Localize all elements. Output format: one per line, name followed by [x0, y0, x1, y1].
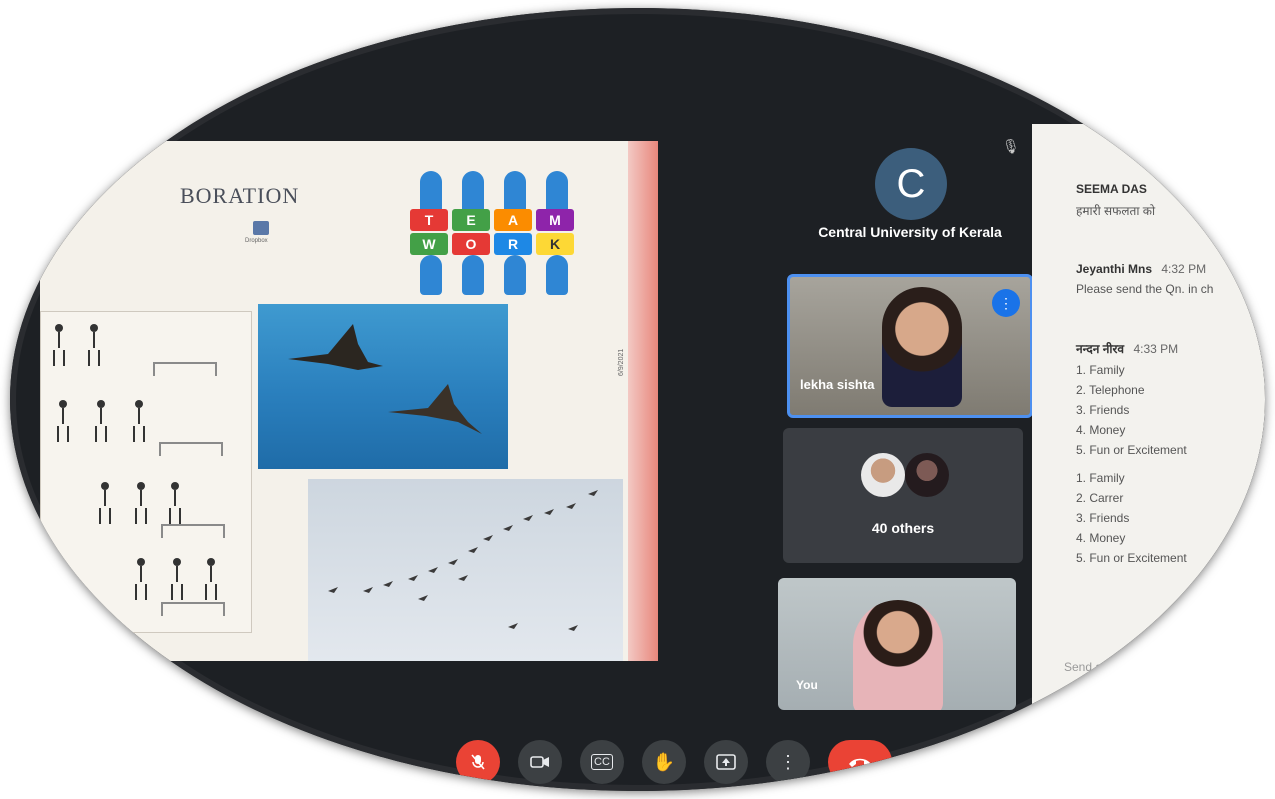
stick-figure [86, 324, 102, 358]
hurdle [161, 602, 225, 616]
meeting-window: BORATION Dropbox 6/9/2021 T E A M W O R … [10, 8, 1265, 791]
puzzle-letter: E [452, 209, 490, 231]
speaker-video [882, 287, 962, 407]
participant-tile-host[interactable]: C Central University of Kerala [790, 118, 1030, 258]
participant-tile-others[interactable]: 40 others [783, 428, 1023, 563]
puzzle-letter: A [494, 209, 532, 231]
chat-text: 1. Family [1076, 363, 1125, 377]
participant-tile-self[interactable]: You [778, 578, 1016, 710]
puzzle-letter: R [494, 233, 532, 255]
puzzle-letter: K [536, 233, 574, 255]
participant-name: lekha sishta [800, 377, 875, 392]
stick-figure-illustration [40, 311, 252, 633]
chat-sender: Jeyanthi Mns [1076, 262, 1153, 276]
raise-hand-button[interactable]: ✋ [642, 740, 686, 784]
more-options-button[interactable]: ⋮ [766, 740, 810, 784]
chat-text: 2. Carrer [1076, 491, 1124, 505]
dropbox-label: Dropbox [245, 238, 268, 244]
puzzle-person [546, 255, 568, 295]
chat-text: 3. Friends [1076, 403, 1130, 417]
geese-formation-photo [308, 479, 623, 661]
chat-sender: SEEMA DAS [1076, 182, 1147, 196]
self-label: You [796, 678, 818, 692]
chat-sender: नन्दन नीरव [1076, 342, 1125, 356]
self-video [853, 600, 943, 710]
puzzle-letter: T [410, 209, 448, 231]
shared-presentation: BORATION Dropbox 6/9/2021 T E A M W O R … [40, 141, 658, 661]
camera-toggle-button[interactable] [518, 740, 562, 784]
geese-silhouettes [288, 324, 482, 434]
chat-panel: SEEMA DAS हमारी सफलता को Jeyanthi Mns 4:… [1032, 124, 1265, 714]
stick-figure [133, 482, 149, 516]
chat-text: 4. Money [1076, 531, 1126, 545]
camera-icon [530, 756, 549, 768]
captions-button[interactable]: CC [580, 740, 624, 784]
chat-time: 4:32 PM [1161, 262, 1207, 276]
participant-tile-active-speaker[interactable]: lekha sishta ⋮ [787, 274, 1033, 418]
more-vert-icon: ⋮ [779, 751, 797, 772]
end-call-button[interactable] [828, 740, 892, 784]
hurdle [161, 524, 225, 538]
chat-text: 3. Friends [1076, 511, 1130, 525]
chat-text: 1. Family [1076, 471, 1125, 485]
stick-figure [203, 558, 219, 592]
puzzle-letter: M [536, 209, 574, 231]
slide-date: 6/9/2021 [618, 348, 625, 376]
chat-time: 4:33 PM [1133, 342, 1179, 356]
puzzle-person [462, 255, 484, 295]
mic-muted-icon: 🎙 [1002, 138, 1020, 154]
others-count: 40 others [871, 520, 935, 536]
stick-figure [167, 482, 183, 516]
present-button[interactable] [704, 740, 748, 784]
stick-figure [133, 558, 149, 592]
puzzle-letter: W [410, 233, 448, 255]
dropbox-icon [253, 221, 269, 235]
chat-text: 5. Fun or Excitement [1076, 443, 1187, 457]
puzzle-person [420, 255, 442, 295]
geese-over-water-photo [258, 304, 508, 469]
chat-text: 4. Money [1076, 423, 1126, 437]
hurdle [153, 362, 217, 376]
slide-title: BORATION [180, 183, 300, 208]
stick-figure [93, 400, 109, 434]
participant-name: Central University of Kerala [818, 224, 1002, 240]
geese-formation [328, 490, 598, 631]
stick-figure [51, 324, 67, 358]
hand-icon: ✋ [652, 751, 676, 772]
chat-message: Jeyanthi Mns 4:32 PM Please send the Qn.… [1076, 262, 1213, 296]
avatar: C [875, 148, 947, 220]
chat-text: 2. Telephone [1076, 383, 1145, 397]
chat-message: नन्दन नीरव 4:33 PM 1. Family 2. Telephon… [1076, 340, 1187, 565]
chat-text: Please send the Qn. in ch [1076, 282, 1214, 296]
stick-figure [169, 558, 185, 592]
slide-edge-decoration [628, 141, 658, 661]
hurdle [159, 442, 223, 456]
teamwork-puzzle-graphic: T E A M W O R K [400, 171, 600, 301]
mic-off-icon [471, 754, 485, 770]
chat-input[interactable]: Send a [1064, 660, 1102, 674]
chat-text: हमारी सफलता को [1076, 204, 1156, 218]
avatar [861, 453, 905, 497]
present-icon [716, 754, 736, 770]
avatar [905, 453, 949, 497]
audio-activity-icon: ⋮ [992, 289, 1020, 317]
stick-figure [97, 482, 113, 516]
stick-figure [131, 400, 147, 434]
chat-text: 5. Fun or Excitement [1076, 551, 1187, 565]
end-call-icon [849, 758, 871, 767]
captions-icon: CC [591, 754, 613, 770]
call-controls-bar: CC ✋ ⋮ [456, 734, 896, 790]
stick-figure [55, 400, 71, 434]
chat-message: SEEMA DAS हमारी सफलता को [1076, 182, 1155, 219]
mic-toggle-button[interactable] [456, 740, 500, 784]
puzzle-person [504, 255, 526, 295]
puzzle-letter: O [452, 233, 490, 255]
